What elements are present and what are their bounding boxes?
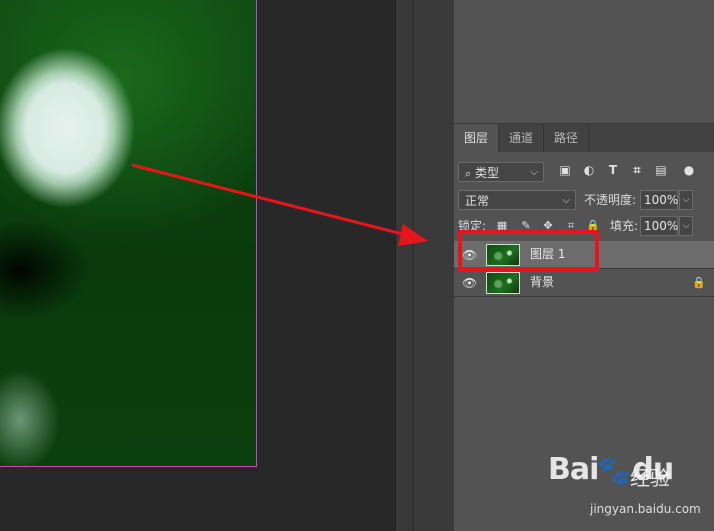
baidu-paw-icon: 🐾	[596, 454, 631, 487]
baidu-watermark-url: jingyan.baidu.com	[590, 502, 701, 516]
baidu-watermark-sub: 经验	[630, 466, 670, 490]
